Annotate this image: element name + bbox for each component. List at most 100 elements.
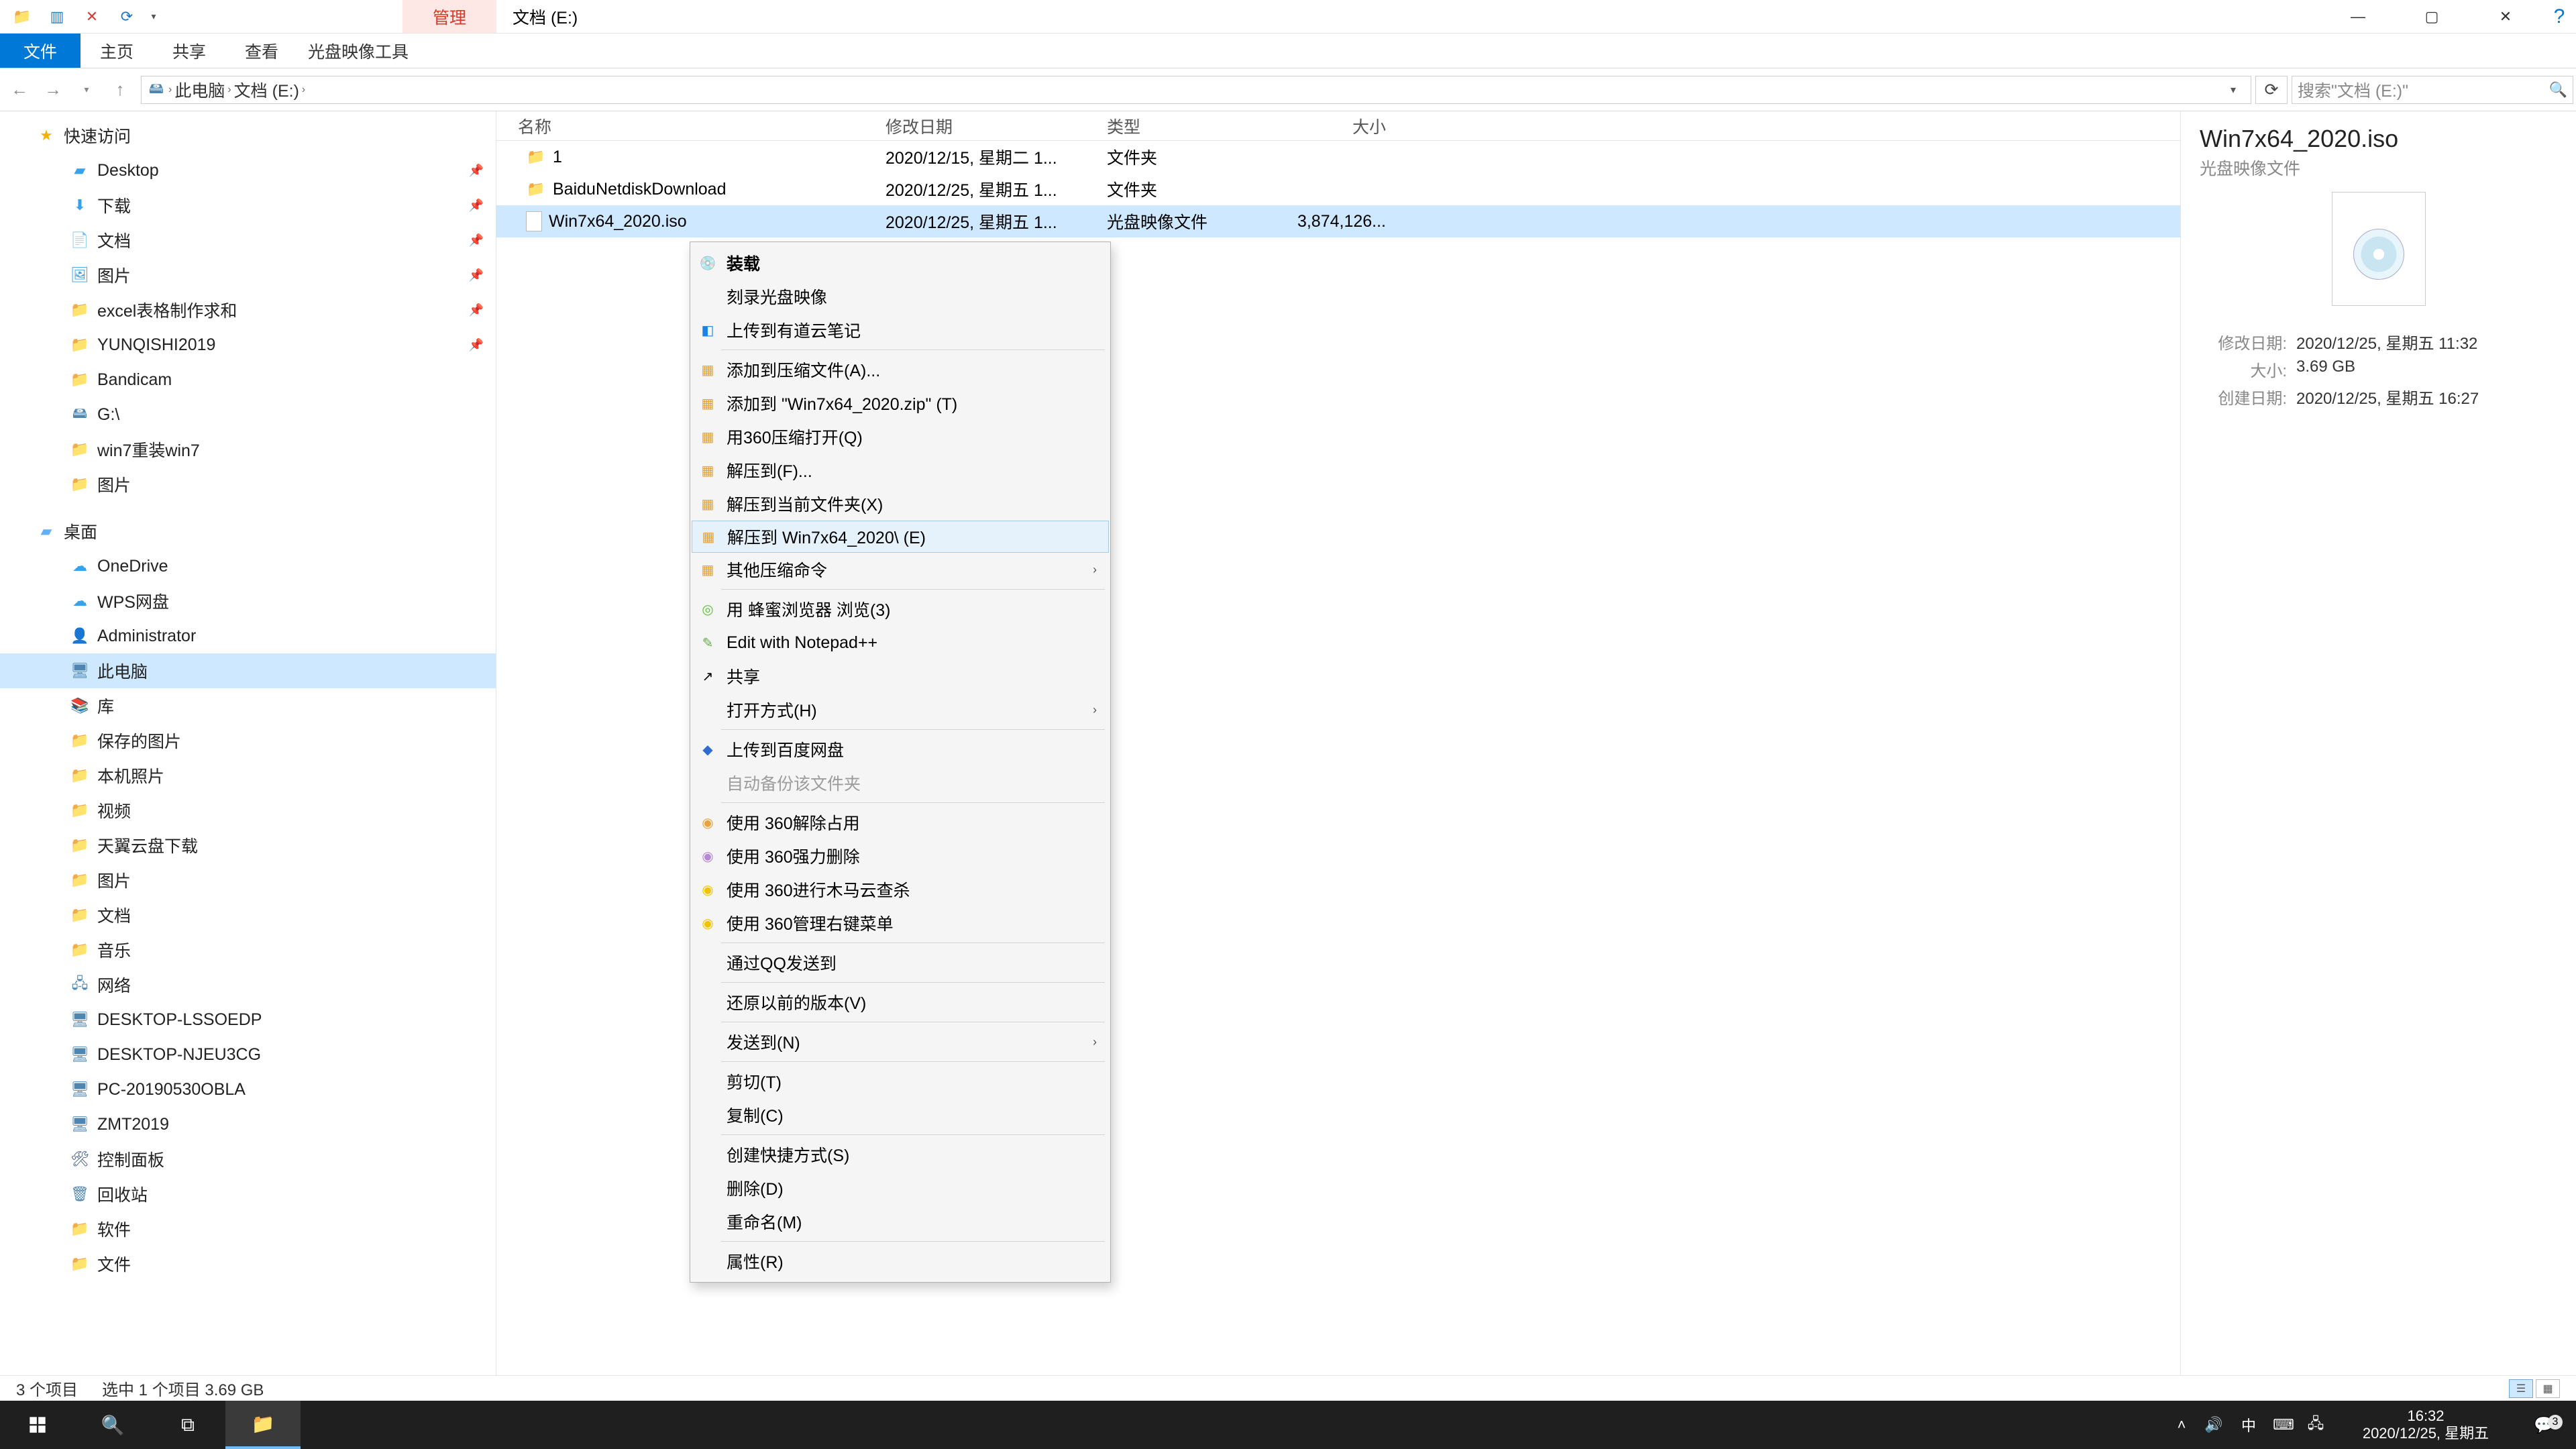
tree-nw-4[interactable]: 🖥ZMT2019 [0,1107,496,1142]
navigation-tree[interactable]: ★快速访问 ▰Desktop📌 ⬇下载📌 📄文档📌 🖼图片📌 📁excel表格制… [0,111,496,1375]
taskbar-taskview[interactable]: ⧉ [150,1401,225,1449]
address-bar[interactable]: 🖴 › 此电脑 › 文档 (E:) › ▾ [141,76,2251,104]
tree-bandicam[interactable]: 📁Bandicam [0,362,496,397]
start-button[interactable] [0,1401,75,1449]
ribbon-share[interactable]: 共享 [153,34,225,68]
tree-yunqishi[interactable]: 📁YUNQISHI2019📌 [0,327,496,362]
close-button[interactable]: ✕ [2469,0,2542,33]
tree-tianyi[interactable]: 📁天翼云盘下载 [0,828,496,863]
tree-documents[interactable]: 📄文档📌 [0,223,496,258]
help-icon[interactable]: ? [2542,0,2576,33]
tree-lib-pictures[interactable]: 📁图片 [0,863,496,898]
ctx-notepad[interactable]: ✎Edit with Notepad++ [692,626,1109,659]
qat-customize-dropdown[interactable]: ▾ [145,11,162,22]
file-row-selected[interactable]: Win7x64_2020.iso 2020/12/25, 星期五 1... 光盘… [496,205,2180,237]
ctx-create-shortcut[interactable]: 创建快捷方式(S) [692,1138,1109,1171]
tree-camera-roll[interactable]: 📁本机照片 [0,758,496,793]
ctx-restore-version[interactable]: 还原以前的版本(V) [692,985,1109,1019]
ctx-copy[interactable]: 复制(C) [692,1098,1109,1132]
tree-recycle-bin[interactable]: 🗑回收站 [0,1177,496,1212]
nav-up[interactable]: ↑ [103,73,137,107]
taskbar-explorer[interactable]: 📁 [225,1401,301,1449]
tray-ime[interactable]: 中 [2230,1414,2267,1436]
ribbon-home[interactable]: 主页 [80,34,153,68]
ctx-360-unlock[interactable]: ◉使用 360解除占用 [692,806,1109,839]
col-date[interactable]: 修改日期 [885,114,1107,138]
ctx-other-compress[interactable]: ▦其他压缩命令› [692,553,1109,586]
nav-history-dropdown[interactable]: ▾ [70,73,103,107]
tree-libraries[interactable]: 📚库 [0,688,496,723]
ctx-extract-named[interactable]: ▦解压到 Win7x64_2020\ (E) [692,521,1109,553]
chevron-right-icon[interactable]: › [227,84,231,96]
view-icons-button[interactable]: ▦ [2536,1379,2560,1398]
ctx-open-with[interactable]: 打开方式(H)› [692,693,1109,727]
ribbon-file[interactable]: 文件 [0,34,80,68]
view-details-button[interactable]: ☰ [2509,1379,2533,1398]
column-headers[interactable]: 名称 修改日期 类型 大小 [496,111,2180,141]
tray-overflow[interactable]: ˄ [2165,1416,2198,1434]
ctx-delete[interactable]: 删除(D) [692,1171,1109,1205]
tray-ime-mode-icon[interactable]: ⌨ [2267,1416,2300,1434]
ctx-baidu-upload[interactable]: ◆上传到百度网盘 [692,733,1109,766]
search-input[interactable]: 搜索"文档 (E:)" 🔍 [2292,76,2573,104]
tray-volume-icon[interactable]: 🔊 [2198,1416,2230,1434]
tree-nw-1[interactable]: 🖥DESKTOP-LSSOEDP [0,1002,496,1037]
ctx-youdao[interactable]: ◧上传到有道云笔记 [692,313,1109,347]
tree-downloads[interactable]: ⬇下载📌 [0,188,496,223]
tray-network-icon[interactable]: 🖧 [2300,1412,2332,1438]
tray-action-center[interactable]: 💬3 [2520,1415,2568,1435]
tree-lib-documents[interactable]: 📁文档 [0,898,496,932]
ctx-360-menu-manage[interactable]: ◉使用 360管理右键菜单 [692,906,1109,940]
ctx-rename[interactable]: 重命名(M) [692,1205,1109,1238]
refresh-button[interactable]: ⟳ [2255,76,2288,104]
ctx-360-virus-scan[interactable]: ◉使用 360进行木马云查杀 [692,873,1109,906]
ctx-add-zip[interactable]: ▦添加到 "Win7x64_2020.zip" (T) [692,386,1109,420]
ctx-cut[interactable]: 剪切(T) [692,1065,1109,1098]
ctx-360-force-delete[interactable]: ◉使用 360强力删除 [692,839,1109,873]
tree-videos[interactable]: 📁视频 [0,793,496,828]
tree-control-panel[interactable]: 🛠控制面板 [0,1142,496,1177]
ribbon-disc-tools[interactable]: 光盘映像工具 [298,34,419,68]
tree-software[interactable]: 📁软件 [0,1212,496,1246]
ctx-add-archive[interactable]: ▦添加到压缩文件(A)... [692,353,1109,386]
ctx-burn[interactable]: 刻录光盘映像 [692,280,1109,313]
tree-network[interactable]: 🖧网络 [0,967,496,1002]
tree-pictures[interactable]: 🖼图片📌 [0,258,496,292]
tree-gdrive[interactable]: 🖴G:\ [0,397,496,432]
tree-nw-3[interactable]: 🖥PC-20190530OBLA [0,1072,496,1107]
tree-admin[interactable]: 👤Administrator [0,619,496,653]
tree-desktop-section[interactable]: ▰桌面 [0,514,496,549]
col-name[interactable]: 名称 [496,114,885,138]
breadcrumb-current[interactable]: 文档 (E:) [234,78,299,102]
tree-saved-pictures[interactable]: 📁保存的图片 [0,723,496,758]
ctx-fengmi-browser[interactable]: ◎用 蜂蜜浏览器 浏览(3) [692,592,1109,626]
address-dropdown[interactable]: ▾ [2221,83,2245,97]
tray-clock[interactable]: 16:32 2020/12/25, 星期五 [2332,1407,2520,1443]
ctx-extract-here[interactable]: ▦解压到当前文件夹(X) [692,487,1109,521]
qat-redo-icon[interactable]: ⟳ [110,0,144,34]
ctx-properties[interactable]: 属性(R) [692,1244,1109,1278]
chevron-right-icon[interactable]: › [168,84,172,96]
col-size[interactable]: 大小 [1288,114,1402,138]
tree-wps[interactable]: ☁WPS网盘 [0,584,496,619]
tree-win7folder[interactable]: 📁win7重装win7 [0,432,496,467]
ctx-qq-send[interactable]: 通过QQ发送到 [692,946,1109,979]
nav-back[interactable]: ← [3,73,36,107]
tree-this-pc[interactable]: 🖥此电脑 [0,653,496,688]
tree-lib-music[interactable]: 📁音乐 [0,932,496,967]
tree-quick-access[interactable]: ★快速访问 [0,118,496,153]
maximize-button[interactable]: ▢ [2395,0,2469,33]
ctx-extract-to[interactable]: ▦解压到(F)... [692,453,1109,487]
breadcrumb-root[interactable]: 此电脑 [174,78,225,102]
ctx-mount[interactable]: 💿装载 [692,246,1109,280]
file-row[interactable]: 📁1 2020/12/15, 星期二 1... 文件夹 [496,141,2180,173]
qat-close-icon[interactable]: ✕ [75,0,109,34]
tree-desktop[interactable]: ▰Desktop📌 [0,153,496,188]
tree-files[interactable]: 📁文件 [0,1246,496,1281]
tree-excel-folder[interactable]: 📁excel表格制作求和📌 [0,292,496,327]
col-type[interactable]: 类型 [1107,114,1288,138]
taskbar-search[interactable]: 🔍 [75,1401,150,1449]
ctx-open-360zip[interactable]: ▦用360压缩打开(Q) [692,420,1109,453]
ctx-send-to[interactable]: 发送到(N)› [692,1025,1109,1059]
file-row[interactable]: 📁BaiduNetdiskDownload 2020/12/25, 星期五 1.… [496,173,2180,205]
